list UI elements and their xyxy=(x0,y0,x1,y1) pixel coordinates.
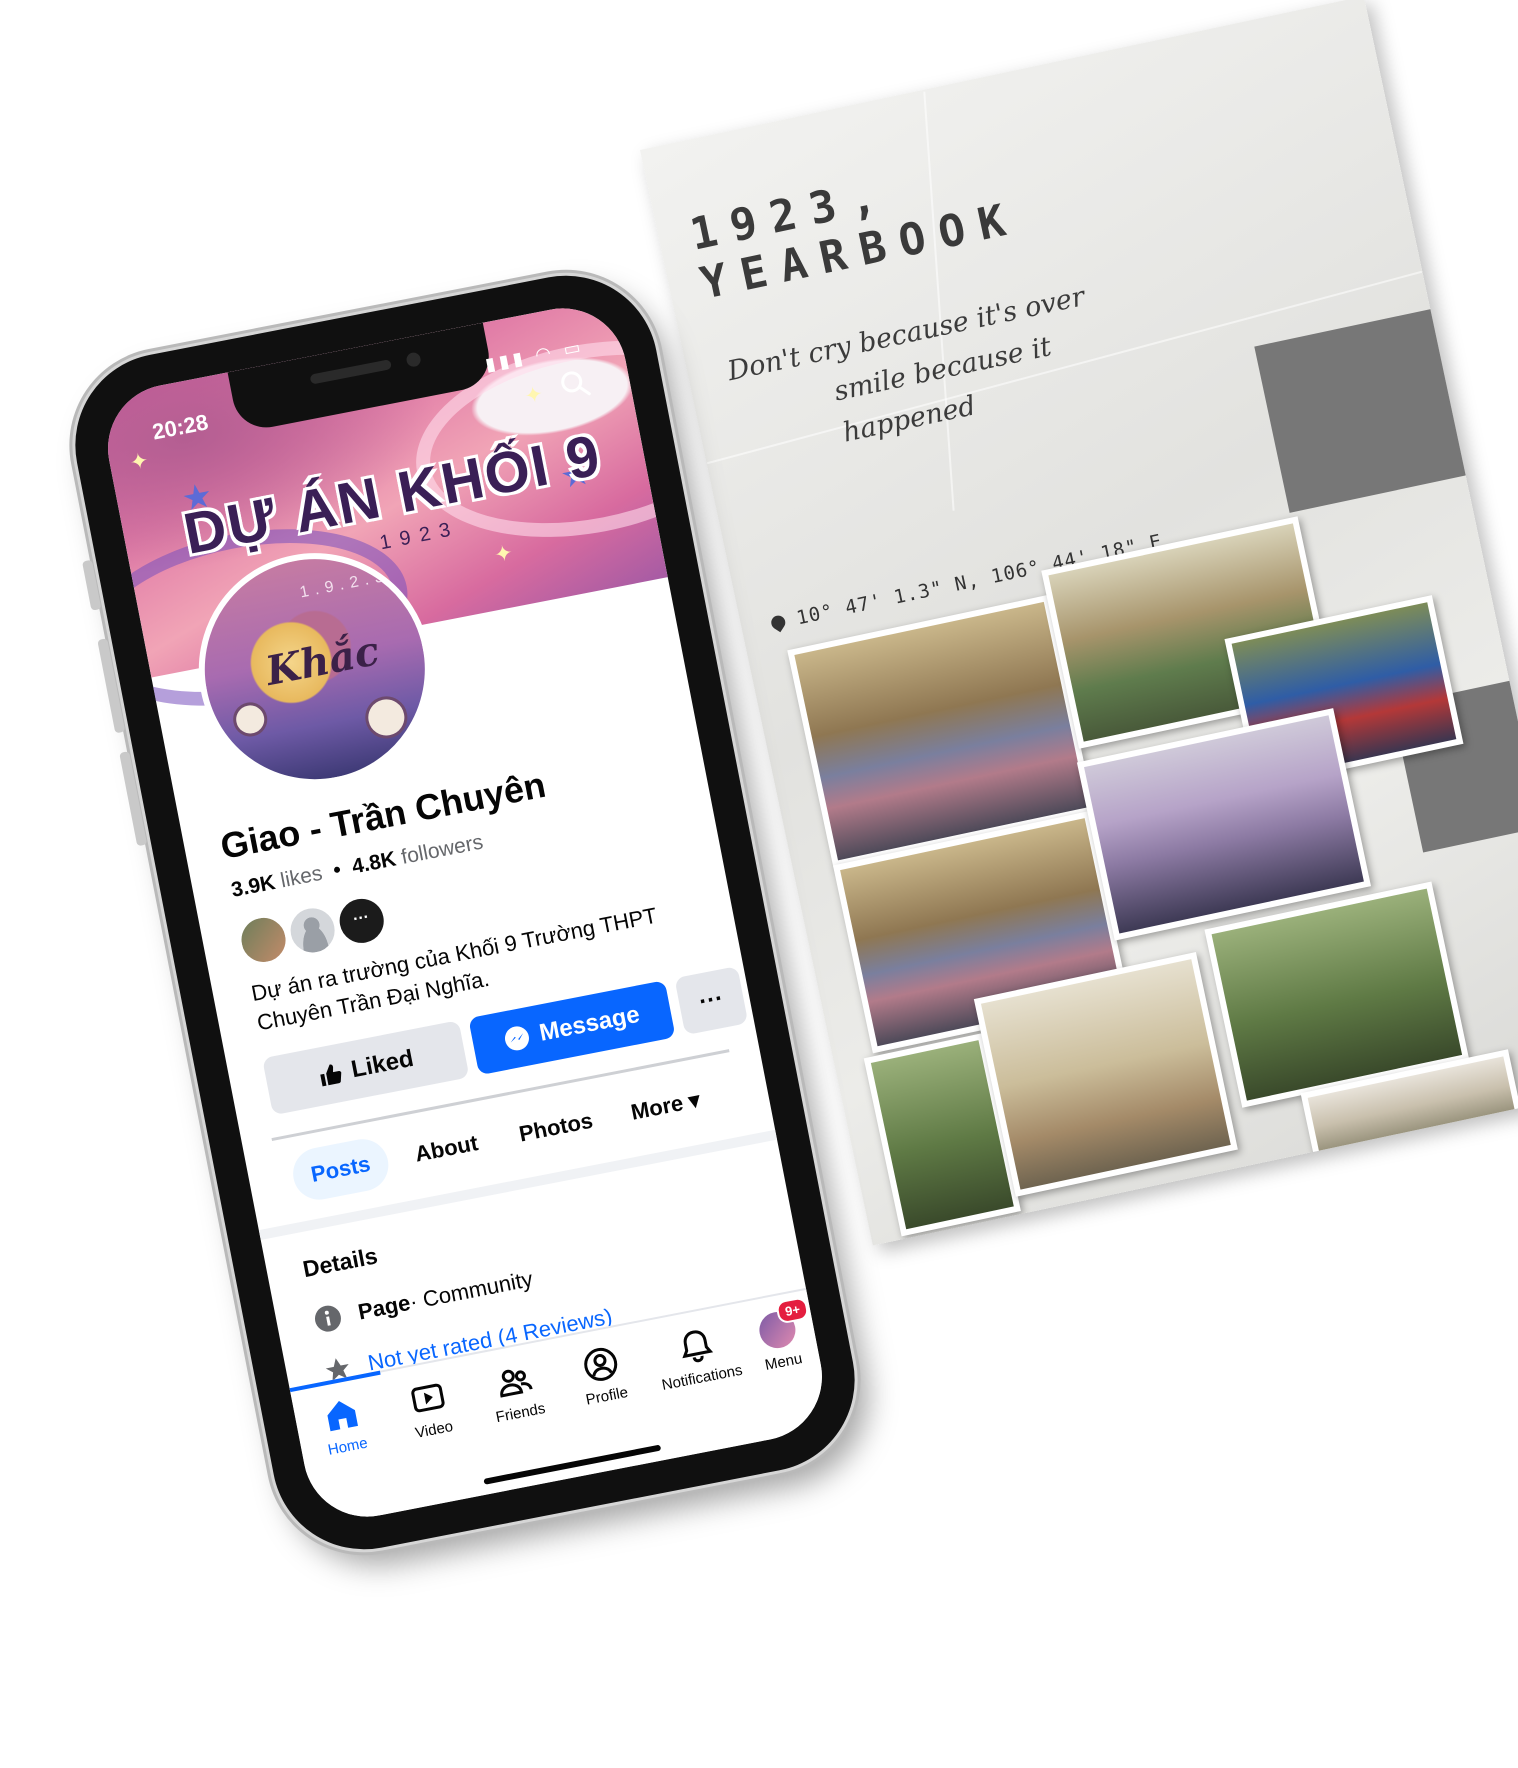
nav-friends-label: Friends xyxy=(494,1399,547,1427)
nav-notifications-label: Notifications xyxy=(660,1361,744,1394)
avatar: ··· xyxy=(333,892,390,950)
battery-icon: ▭ xyxy=(561,336,586,360)
avatar xyxy=(235,911,292,969)
tab-posts[interactable]: Posts xyxy=(288,1134,393,1205)
paper-crease xyxy=(923,91,955,511)
caret-down-icon: ▾ xyxy=(686,1086,703,1114)
tab-more[interactable]: More ▾ xyxy=(609,1071,723,1142)
location-pin-icon xyxy=(768,612,788,633)
sparkle-icon: ✦ xyxy=(127,447,151,476)
page-category: · Community xyxy=(407,1266,535,1315)
tab-about[interactable]: About xyxy=(393,1114,501,1184)
friend-avatars[interactable]: ··· xyxy=(235,892,390,969)
more-options-label: ··· xyxy=(696,984,726,1016)
likes-count: 3.9K xyxy=(229,870,278,902)
clock-icon xyxy=(230,699,271,740)
nav-home-label: Home xyxy=(326,1434,370,1459)
followers-label: followers xyxy=(399,830,486,869)
nav-profile[interactable]: Profile xyxy=(552,1338,654,1413)
gray-block xyxy=(1254,304,1486,513)
stats-separator: • xyxy=(331,858,343,883)
more-options-button[interactable]: ··· xyxy=(674,966,749,1036)
nav-video[interactable]: Video xyxy=(379,1372,481,1447)
likes-label: likes xyxy=(278,861,325,893)
speaker-grille xyxy=(309,359,392,385)
bell-icon xyxy=(682,1330,714,1363)
wifi-icon: ◠ xyxy=(533,341,557,366)
nav-profile-label: Profile xyxy=(584,1383,630,1409)
message-button[interactable]: Message xyxy=(468,980,676,1076)
nav-home[interactable]: Home xyxy=(293,1388,395,1463)
sparkle-icon: ✦ xyxy=(522,380,546,409)
friends-icon xyxy=(500,1369,533,1398)
home-icon xyxy=(327,1401,358,1432)
info-icon xyxy=(310,1301,345,1336)
page-label: Page xyxy=(355,1289,413,1325)
profile-icon xyxy=(584,1347,618,1381)
yearbook-title: 1923, YEARBOOK xyxy=(686,144,1024,310)
video-icon xyxy=(411,1383,445,1413)
menu-avatar: 9+ xyxy=(756,1296,810,1352)
details-title: Details xyxy=(300,1242,380,1283)
tab-more-label: More xyxy=(628,1090,686,1125)
notification-badge: 9+ xyxy=(775,1296,810,1325)
liked-button[interactable]: Liked xyxy=(262,1020,470,1116)
clock-icon xyxy=(361,692,411,743)
sparkle-icon: ✦ xyxy=(492,539,515,568)
avatar-word: Khắc xyxy=(261,627,383,696)
nav-video-label: Video xyxy=(413,1417,455,1442)
front-camera xyxy=(405,351,422,368)
avatar-year: 1.9.2.3 xyxy=(298,567,391,602)
avatar xyxy=(284,902,341,959)
thumbs-up-icon xyxy=(316,1061,344,1089)
nav-friends[interactable]: Friends xyxy=(466,1355,568,1430)
message-label: Message xyxy=(537,1000,642,1047)
tab-photos[interactable]: Photos xyxy=(497,1092,615,1164)
liked-label: Liked xyxy=(349,1044,416,1084)
search-icon[interactable] xyxy=(556,366,591,401)
nav-menu-label: Menu xyxy=(763,1350,804,1374)
followers-count: 4.8K xyxy=(350,847,398,879)
messenger-icon xyxy=(502,1023,532,1053)
